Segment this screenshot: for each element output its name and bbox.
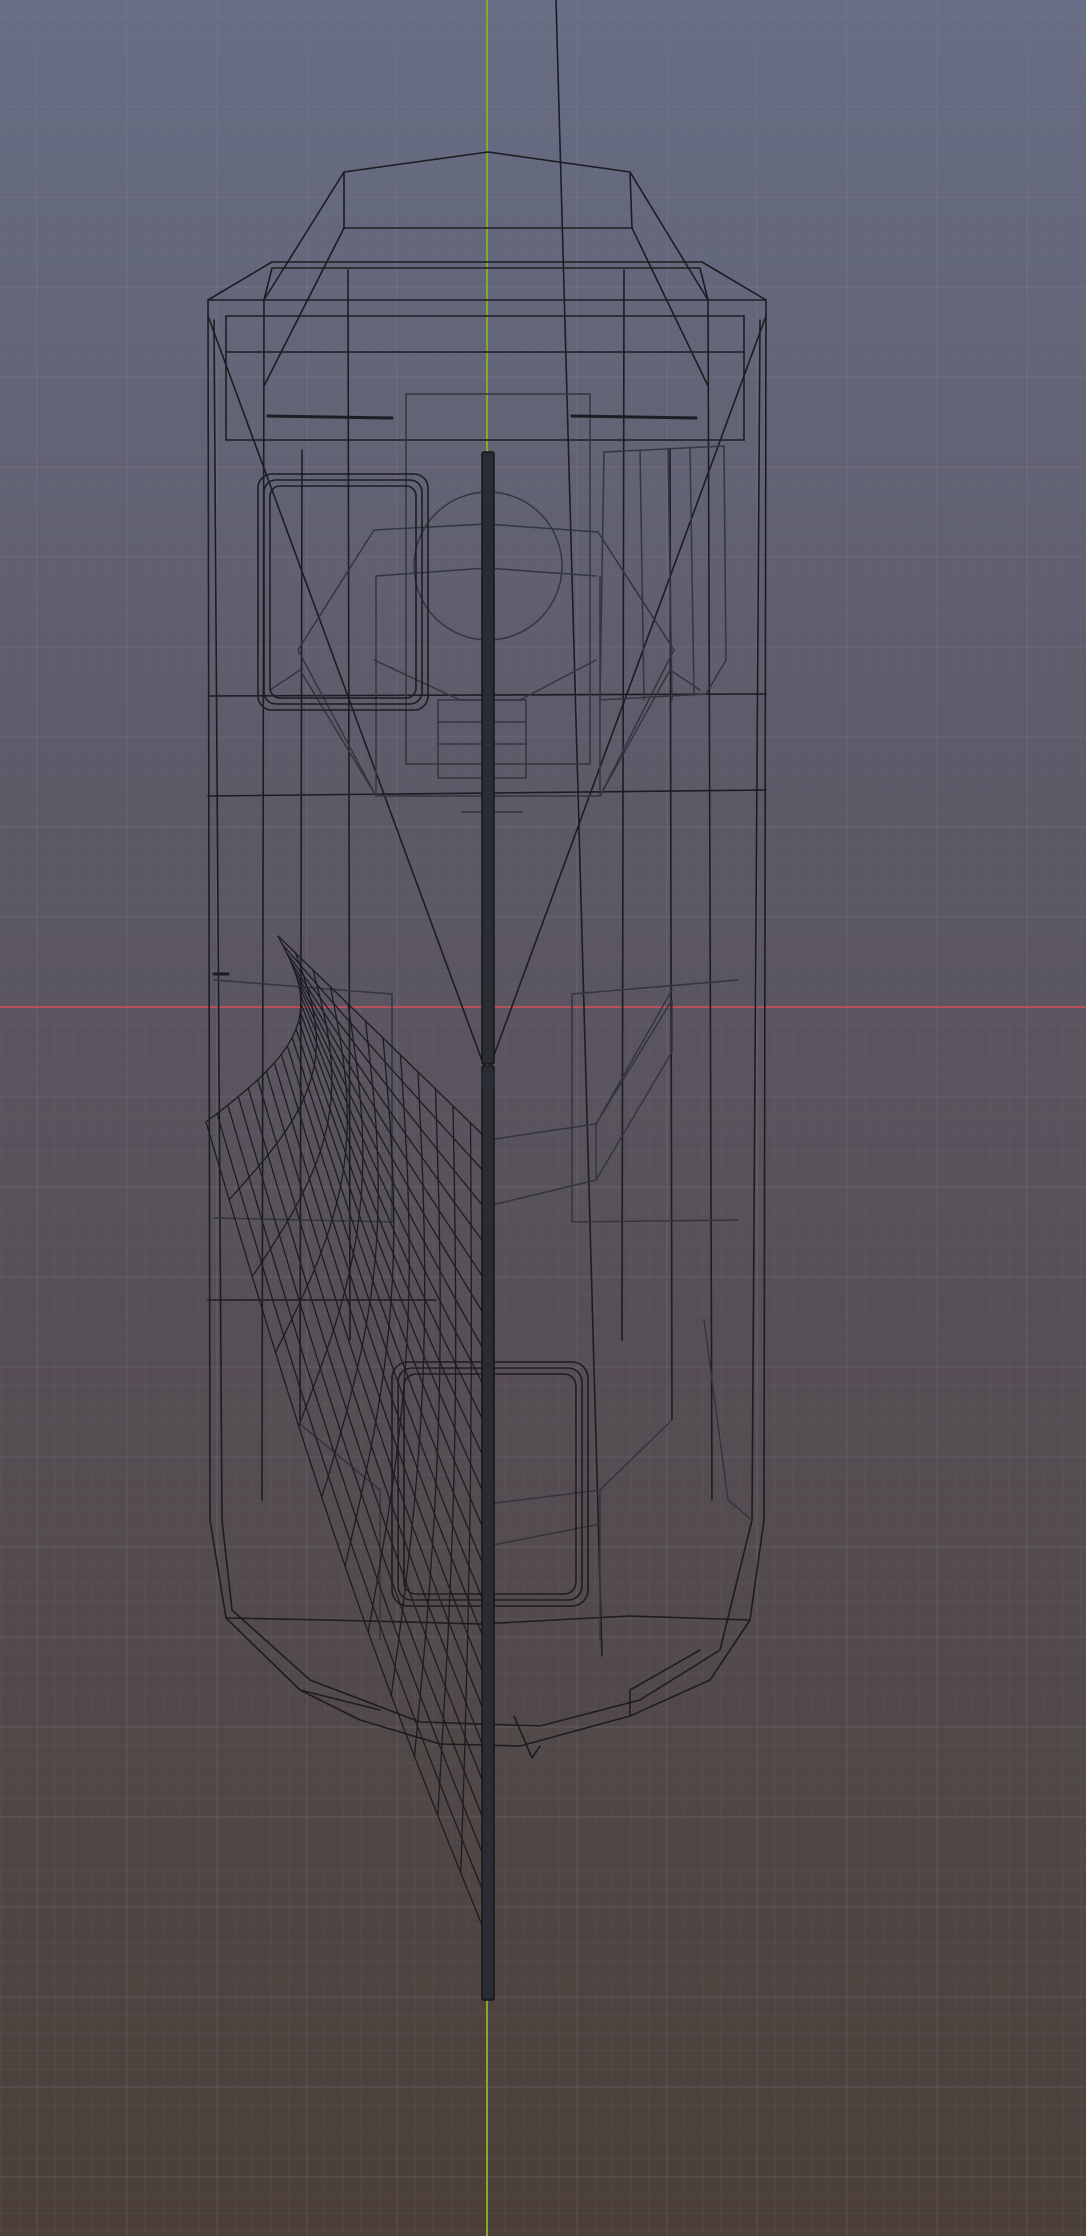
sail-mesh-line xyxy=(295,1028,487,1536)
sail-mesh-icon[interactable] xyxy=(205,935,489,1931)
sail-mesh-line xyxy=(367,1054,410,1633)
sail-mesh-line xyxy=(247,1087,486,1788)
mast-icon[interactable] xyxy=(481,451,495,2001)
sail-mesh-line xyxy=(237,1095,486,1823)
sail-mesh-line xyxy=(413,1088,441,1757)
cockpit-seat-icon xyxy=(257,473,429,711)
model-wireframe[interactable] xyxy=(0,0,1086,2236)
sail-mesh-line xyxy=(257,1079,486,1752)
3d-viewport[interactable] xyxy=(0,0,1086,2236)
sail-mesh-line xyxy=(205,935,302,1123)
forward-right-panel-icon xyxy=(599,445,727,701)
sail-mesh-line xyxy=(227,1104,486,1859)
